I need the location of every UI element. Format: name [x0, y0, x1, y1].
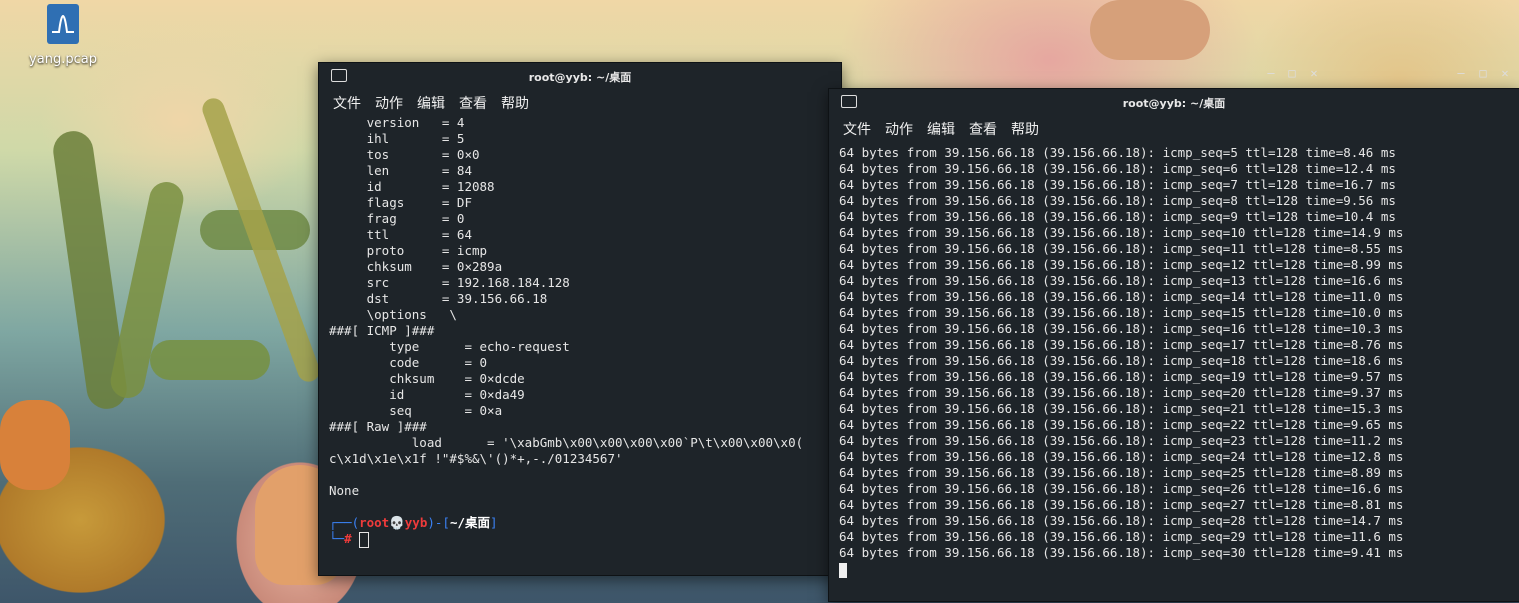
prompt-mid: )-[ — [427, 515, 450, 530]
terminal-line: 64 bytes from 39.156.66.18 (39.156.66.18… — [839, 161, 1396, 176]
prompt-path: ~/桌面 — [449, 515, 490, 530]
terminal-line: id = 0×da49 — [329, 387, 525, 402]
terminal-line: 64 bytes from 39.156.66.18 (39.156.66.18… — [839, 257, 1404, 272]
terminal-line: 64 bytes from 39.156.66.18 (39.156.66.18… — [839, 225, 1404, 240]
text-cursor — [839, 563, 847, 578]
terminal-line: ttl = 64 — [329, 227, 472, 242]
minimize-button[interactable]: – — [1453, 66, 1469, 80]
terminal-line: load = '\xabGmb\x00\x00\x00\x00`P\t\x00\… — [329, 435, 804, 450]
menu-file[interactable]: 文件 — [843, 119, 871, 139]
terminal-line: chksum = 0×289a — [329, 259, 503, 274]
terminal-line: 64 bytes from 39.156.66.18 (39.156.66.18… — [839, 273, 1404, 288]
menu-edit[interactable]: 编辑 — [417, 93, 445, 113]
terminal-line: 64 bytes from 39.156.66.18 (39.156.66.18… — [839, 289, 1404, 304]
terminal-line: 64 bytes from 39.156.66.18 (39.156.66.18… — [839, 193, 1396, 208]
terminal-line: len = 84 — [329, 163, 472, 178]
prompt-hash: # — [344, 531, 352, 546]
terminal-line: 64 bytes from 39.156.66.18 (39.156.66.18… — [839, 497, 1404, 512]
terminal-line: 64 bytes from 39.156.66.18 (39.156.66.18… — [839, 321, 1404, 336]
terminal-prompt: ┌──(root💀yyb)-[~/桌面] — [319, 515, 841, 531]
terminal-line: version = 4 — [329, 115, 465, 130]
desktop-file-yang-pcap[interactable]: yang.pcap — [28, 4, 98, 67]
terminal-line: 64 bytes from 39.156.66.18 (39.156.66.18… — [839, 209, 1396, 224]
close-button[interactable]: ✕ — [1497, 66, 1513, 80]
window-titlebar[interactable]: root@yyb: ~/桌面 — [319, 63, 841, 89]
terminal-line: id = 12088 — [329, 179, 495, 194]
terminal-line: ###[ ICMP ]### — [329, 323, 435, 338]
terminal-line: 64 bytes from 39.156.66.18 (39.156.66.18… — [839, 417, 1404, 432]
window-title: root@yyb: ~/桌面 — [1122, 97, 1226, 110]
wallpaper-coral — [1090, 0, 1210, 60]
terminal-line: 64 bytes from 39.156.66.18 (39.156.66.18… — [839, 177, 1396, 192]
terminal-line: ###[ Raw ]### — [329, 419, 427, 434]
terminal-line: dst = 39.156.66.18 — [329, 291, 548, 306]
menu-bar: 文件 动作 编辑 查看 帮助 — [829, 115, 1519, 141]
minimize-button[interactable]: – — [1263, 66, 1279, 80]
terminal-line: 64 bytes from 39.156.66.18 (39.156.66.18… — [839, 241, 1404, 256]
terminal-output[interactable]: version = 4 ihl = 5 tos = 0×0 len = 84 i… — [319, 115, 841, 515]
wallpaper-seaweed — [150, 340, 270, 380]
maximize-button[interactable]: □ — [1284, 66, 1300, 80]
menu-actions[interactable]: 动作 — [885, 119, 913, 139]
terminal-line: proto = icmp — [329, 243, 488, 258]
terminal-output[interactable]: 64 bytes from 39.156.66.18 (39.156.66.18… — [829, 141, 1519, 561]
terminal-line: 64 bytes from 39.156.66.18 (39.156.66.18… — [839, 385, 1404, 400]
menu-actions[interactable]: 动作 — [375, 93, 403, 113]
terminal-line: 64 bytes from 39.156.66.18 (39.156.66.18… — [839, 545, 1404, 560]
terminal-line: 64 bytes from 39.156.66.18 (39.156.66.18… — [839, 529, 1404, 544]
menu-help[interactable]: 帮助 — [1011, 119, 1039, 139]
terminal-line: 64 bytes from 39.156.66.18 (39.156.66.18… — [839, 401, 1404, 416]
close-button[interactable]: ✕ — [1306, 66, 1322, 80]
terminal-line: 64 bytes from 39.156.66.18 (39.156.66.18… — [839, 353, 1404, 368]
wallpaper-coral — [0, 400, 70, 490]
terminal-line: 64 bytes from 39.156.66.18 (39.156.66.18… — [839, 369, 1404, 384]
menu-bar: 文件 动作 编辑 查看 帮助 — [319, 89, 841, 115]
window-title: root@yyb: ~/桌面 — [528, 71, 632, 84]
terminal-line: 64 bytes from 39.156.66.18 (39.156.66.18… — [839, 433, 1404, 448]
terminal-prompt-line2[interactable]: └─# — [319, 531, 841, 548]
terminal-line: 64 bytes from 39.156.66.18 (39.156.66.18… — [839, 145, 1396, 160]
terminal-line: c\x1d\x1e\x1f !"#$%&\'()*+,-./01234567' — [329, 451, 623, 466]
prompt-close: ] — [490, 515, 498, 530]
wireshark-file-icon — [47, 4, 79, 44]
text-cursor — [359, 531, 370, 548]
maximize-button[interactable]: □ — [1475, 66, 1491, 80]
menu-view[interactable]: 查看 — [459, 93, 487, 113]
terminal-window-left[interactable]: root@yyb: ~/桌面 文件 动作 编辑 查看 帮助 version = 4 ih… — [318, 62, 842, 576]
menu-file[interactable]: 文件 — [333, 93, 361, 113]
terminal-line: chksum = 0×dcde — [329, 371, 525, 386]
terminal-line: type = echo-request — [329, 339, 570, 354]
prompt-open: ┌──( — [329, 515, 360, 530]
terminal-line: code = 0 — [329, 355, 488, 370]
prompt-line2: └─ — [329, 531, 345, 546]
terminal-line: flags = DF — [329, 195, 472, 210]
desktop-icon-label: yang.pcap — [29, 52, 97, 67]
menu-help[interactable]: 帮助 — [501, 93, 529, 113]
terminal-line: None — [329, 483, 360, 498]
terminal-line: seq = 0×a — [329, 403, 503, 418]
terminal-line: \options \ — [329, 307, 457, 322]
terminal-line: 64 bytes from 39.156.66.18 (39.156.66.18… — [839, 337, 1404, 352]
terminal-window-right[interactable]: root@yyb: ~/桌面 文件 动作 编辑 查看 帮助 64 bytes from … — [828, 88, 1519, 602]
terminal-line: src = 192.168.184.128 — [329, 275, 570, 290]
terminal-line: 64 bytes from 39.156.66.18 (39.156.66.18… — [839, 465, 1404, 480]
terminal-cursor-line — [829, 561, 1519, 578]
menu-view[interactable]: 查看 — [969, 119, 997, 139]
terminal-line: frag = 0 — [329, 211, 465, 226]
terminal-line: ihl = 5 — [329, 131, 465, 146]
terminal-line: tos = 0×0 — [329, 147, 480, 162]
terminal-line: 64 bytes from 39.156.66.18 (39.156.66.18… — [839, 305, 1404, 320]
prompt-user: root💀yyb — [359, 515, 428, 530]
terminal-line: 64 bytes from 39.156.66.18 (39.156.66.18… — [839, 481, 1404, 496]
terminal-line: 64 bytes from 39.156.66.18 (39.156.66.18… — [839, 449, 1404, 464]
window-titlebar[interactable]: root@yyb: ~/桌面 — [829, 89, 1519, 115]
menu-edit[interactable]: 编辑 — [927, 119, 955, 139]
terminal-line: 64 bytes from 39.156.66.18 (39.156.66.18… — [839, 513, 1404, 528]
